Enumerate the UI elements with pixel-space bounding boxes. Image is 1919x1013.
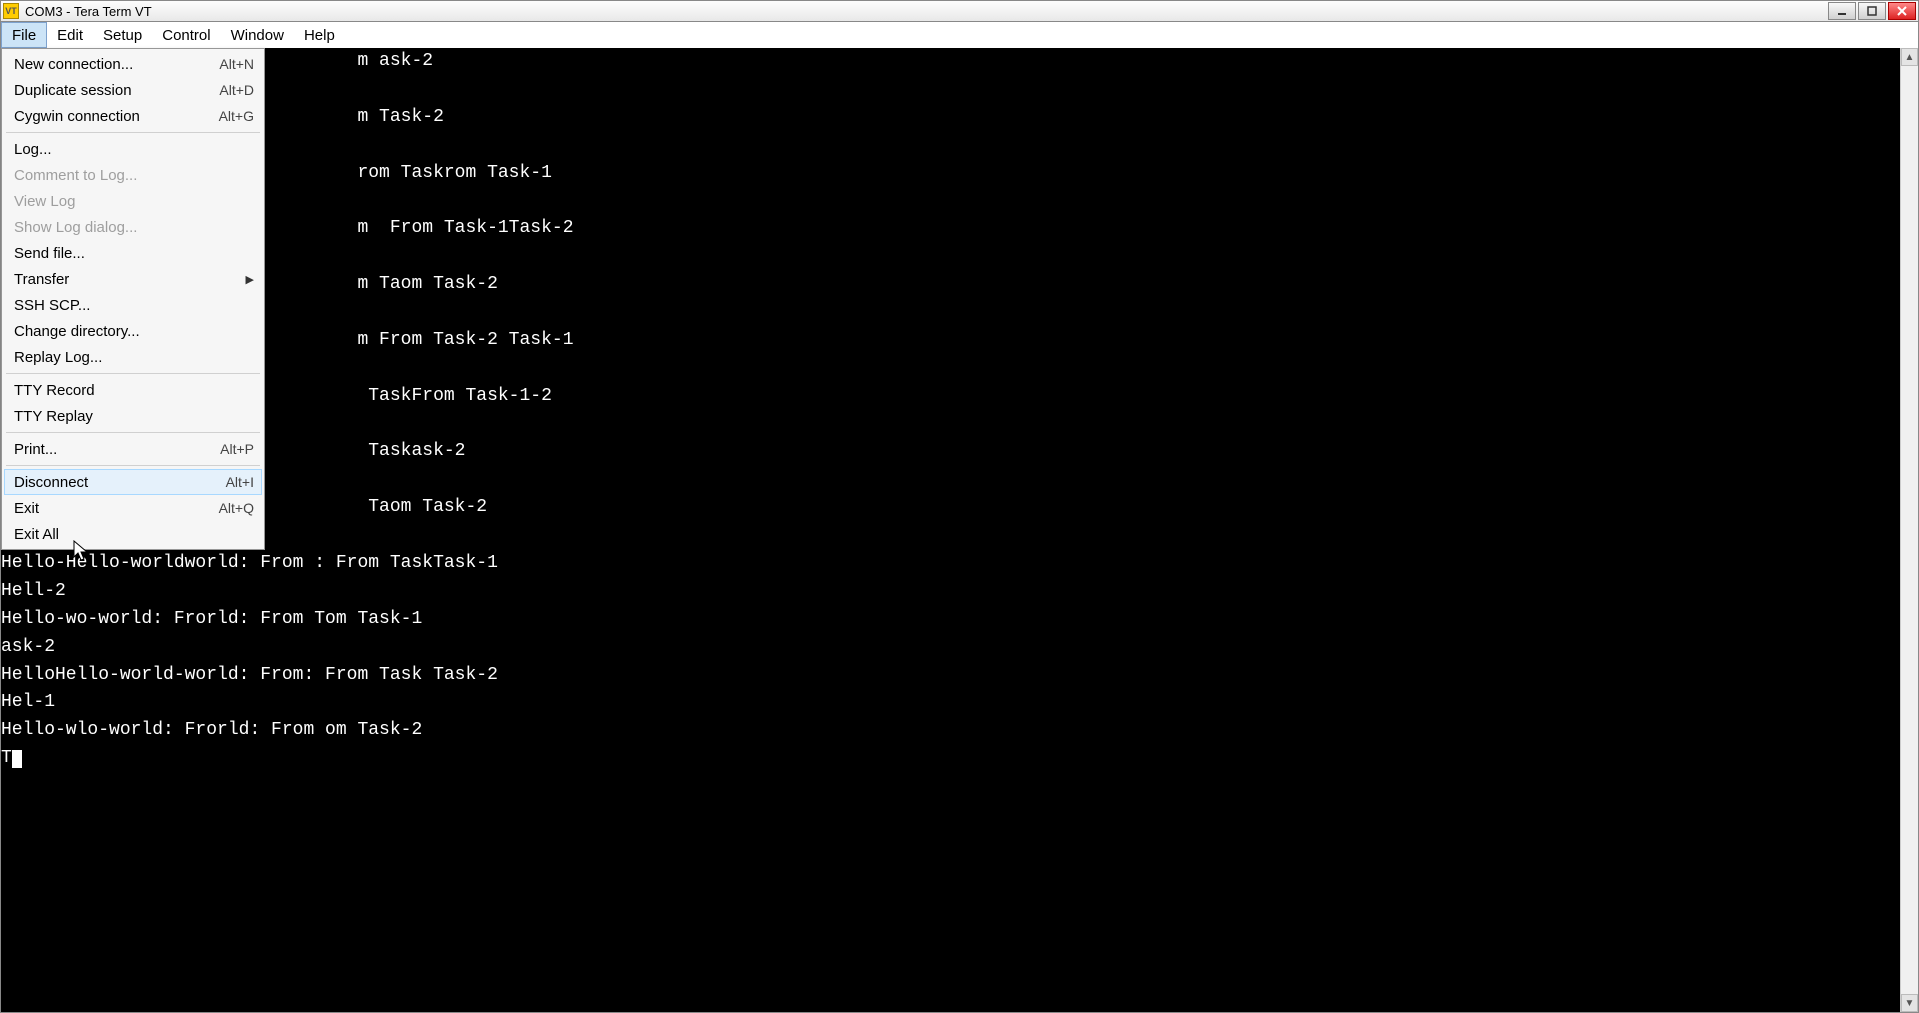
menu-item-view-log: View Log <box>4 188 262 214</box>
menu-item-replay-log[interactable]: Replay Log... <box>4 344 262 370</box>
menu-item-label: New connection... <box>14 56 219 73</box>
menu-item-exit[interactable]: ExitAlt+Q <box>4 495 262 521</box>
menu-item-label: Transfer <box>14 271 246 288</box>
close-button[interactable] <box>1888 2 1916 20</box>
menu-item-label: Show Log dialog... <box>14 219 254 236</box>
menu-item-label: Send file... <box>14 245 254 262</box>
menu-item-tty-replay[interactable]: TTY Replay <box>4 403 262 429</box>
menu-item-change-directory[interactable]: Change directory... <box>4 318 262 344</box>
terminal-output[interactable]: m ask-2 m Task-2 rom Taskrom Task-1 m Fr… <box>1 48 1900 1012</box>
menu-item-label: TTY Replay <box>14 408 254 425</box>
menu-separator <box>6 432 260 433</box>
menu-item-label: Print... <box>14 441 220 458</box>
menu-item-new-connection[interactable]: New connection...Alt+N <box>4 51 262 77</box>
menu-item-label: Comment to Log... <box>14 167 254 184</box>
menu-item-label: Duplicate session <box>14 82 219 99</box>
menu-item-shortcut: Alt+G <box>219 108 254 124</box>
file-menu-dropdown: New connection...Alt+NDuplicate sessionA… <box>1 48 265 550</box>
menu-item-shortcut: Alt+Q <box>219 500 254 516</box>
menu-separator <box>6 132 260 133</box>
menu-setup[interactable]: Setup <box>93 22 152 48</box>
menu-item-print[interactable]: Print...Alt+P <box>4 436 262 462</box>
menu-item-transfer[interactable]: Transfer▶ <box>4 266 262 292</box>
menu-separator <box>6 465 260 466</box>
menu-item-label: SSH SCP... <box>14 297 254 314</box>
menu-item-shortcut: Alt+I <box>226 474 254 490</box>
menu-item-send-file[interactable]: Send file... <box>4 240 262 266</box>
menu-separator <box>6 373 260 374</box>
terminal-cursor <box>12 750 22 768</box>
menu-window[interactable]: Window <box>221 22 294 48</box>
menu-item-show-log-dialog: Show Log dialog... <box>4 214 262 240</box>
menu-item-cygwin-connection[interactable]: Cygwin connectionAlt+G <box>4 103 262 129</box>
window-title: COM3 - Tera Term VT <box>25 4 1828 19</box>
content-area: m ask-2 m Task-2 rom Taskrom Task-1 m Fr… <box>0 48 1919 1013</box>
menu-control[interactable]: Control <box>152 22 220 48</box>
menu-item-duplicate-session[interactable]: Duplicate sessionAlt+D <box>4 77 262 103</box>
menu-item-shortcut: Alt+N <box>219 56 254 72</box>
scroll-up-button[interactable]: ▲ <box>1901 48 1918 66</box>
minimize-button[interactable] <box>1828 2 1856 20</box>
menu-bar: File Edit Setup Control Window Help <box>0 22 1919 48</box>
menu-item-label: Replay Log... <box>14 349 254 366</box>
menu-item-log[interactable]: Log... <box>4 136 262 162</box>
menu-edit[interactable]: Edit <box>47 22 93 48</box>
menu-item-label: View Log <box>14 193 254 210</box>
menu-item-comment-to-log: Comment to Log... <box>4 162 262 188</box>
maximize-button[interactable] <box>1858 2 1886 20</box>
menu-item-ssh-scp[interactable]: SSH SCP... <box>4 292 262 318</box>
submenu-arrow-icon: ▶ <box>246 273 254 286</box>
title-bar: VT COM3 - Tera Term VT <box>0 0 1919 22</box>
menu-item-label: Log... <box>14 141 254 158</box>
menu-item-label: Exit <box>14 500 219 517</box>
vertical-scrollbar[interactable]: ▲ ▼ <box>1900 48 1918 1012</box>
scroll-down-button[interactable]: ▼ <box>1901 994 1918 1012</box>
menu-item-shortcut: Alt+P <box>220 441 254 457</box>
menu-item-label: Disconnect <box>14 474 226 491</box>
menu-item-shortcut: Alt+D <box>219 82 254 98</box>
app-icon: VT <box>3 3 19 19</box>
menu-item-disconnect[interactable]: DisconnectAlt+I <box>4 469 262 495</box>
menu-item-tty-record[interactable]: TTY Record <box>4 377 262 403</box>
menu-file[interactable]: File <box>1 22 47 48</box>
menu-item-label: Exit All <box>14 526 254 543</box>
menu-item-label: Cygwin connection <box>14 108 219 125</box>
menu-item-label: Change directory... <box>14 323 254 340</box>
menu-help[interactable]: Help <box>294 22 345 48</box>
menu-item-label: TTY Record <box>14 382 254 399</box>
menu-item-exit-all[interactable]: Exit All <box>4 521 262 547</box>
